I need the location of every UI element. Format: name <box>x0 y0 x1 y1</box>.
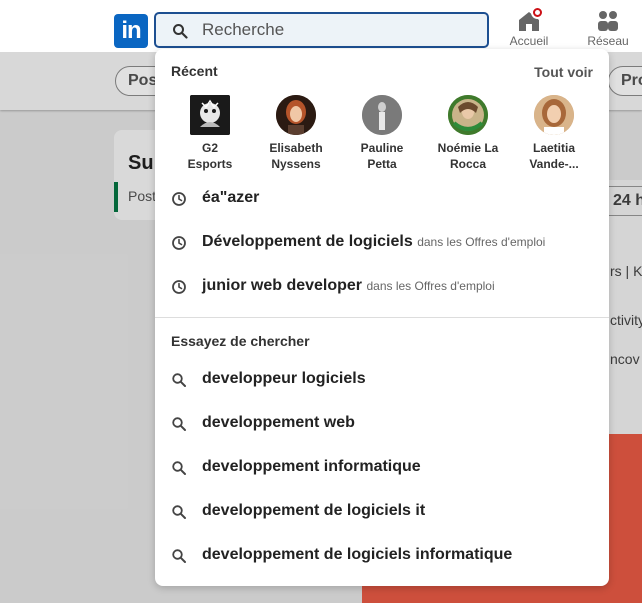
profile-name: Noémie La <box>437 141 499 155</box>
suggestion-text: developpement web <box>202 414 355 431</box>
suggestion-text: developpement de logiciels informatique <box>202 546 513 563</box>
search-icon <box>172 549 186 563</box>
recent-search-query: Développement de logiciels <box>202 233 413 250</box>
clock-icon <box>172 192 186 206</box>
profile-name-2: Esports <box>187 157 233 171</box>
search-icon <box>172 373 186 387</box>
suggestion-text: developpeur logiciels <box>202 370 366 387</box>
recent-search-item[interactable]: éa"azer <box>155 179 609 219</box>
profile-name-2: Rocca <box>449 157 487 171</box>
search-box[interactable] <box>154 12 489 48</box>
recent-search-item[interactable]: junior web developer dans les Offres d'e… <box>155 267 609 307</box>
linkedin-logo-icon[interactable]: in <box>114 14 148 48</box>
top-nav: in Accueil Réseau <box>0 0 642 52</box>
recent-search-context: dans les Offres d'emploi <box>417 235 546 249</box>
clock-icon <box>172 236 186 250</box>
recent-profile-pauline-petta[interactable]: Pauline Petta <box>339 95 425 172</box>
recent-search-item[interactable]: Développement de logiciels dans les Offr… <box>155 223 609 263</box>
profile-name-2: Nyssens <box>271 157 321 171</box>
recent-search-context: dans les Offres d'emploi <box>366 279 495 293</box>
search-icon <box>172 417 186 431</box>
nav-network-label: Réseau <box>587 34 629 48</box>
avatar <box>362 95 402 135</box>
avatar <box>448 95 488 135</box>
avatar <box>190 95 230 135</box>
recent-search-query: junior web developer <box>202 277 363 294</box>
suggestion-item[interactable]: developpeur logiciels <box>155 360 609 400</box>
nav-home[interactable]: Accueil <box>506 6 552 48</box>
home-icon <box>516 6 544 34</box>
recent-heading: Récent <box>171 63 218 79</box>
profile-name: Elisabeth <box>269 141 323 155</box>
suggestion-text: developpement informatique <box>202 458 421 475</box>
clock-icon <box>172 280 186 294</box>
recent-profile-noemie-la-rocca[interactable]: Noémie La Rocca <box>425 95 511 172</box>
suggestion-text: developpement de logiciels it <box>202 502 426 519</box>
divider <box>155 317 609 318</box>
nav-network[interactable]: Réseau <box>586 8 630 48</box>
search-icon <box>172 461 186 475</box>
avatar <box>276 95 316 135</box>
suggestion-item[interactable]: developpement de logiciels it <box>155 492 609 532</box>
recent-profile-g2-esports[interactable]: G2 Esports <box>167 95 253 172</box>
suggestion-item[interactable]: developpement web <box>155 404 609 444</box>
profile-name: Pauline <box>360 141 404 155</box>
try-searching-heading: Essayez de chercher <box>171 333 310 349</box>
profile-name-2: Petta <box>367 157 397 171</box>
search-input[interactable] <box>202 18 472 42</box>
profile-name: G2 <box>201 141 218 155</box>
nav-home-label: Accueil <box>509 34 549 48</box>
see-all-link[interactable]: Tout voir <box>534 64 593 80</box>
search-icon <box>172 505 186 519</box>
suggestion-item[interactable]: developpement informatique <box>155 448 609 488</box>
suggestion-item[interactable]: developpement de logiciels informatique <box>155 536 609 576</box>
recent-profile-laetitia[interactable]: Laetitia Vande-... <box>511 95 597 172</box>
recent-profile-elisabeth-nyssens[interactable]: Elisabeth Nyssens <box>253 95 339 172</box>
profile-name-2: Vande-... <box>529 157 579 171</box>
search-dropdown: Récent Tout voir G2 Esports Elisabeth Nys <box>155 49 609 586</box>
profile-name: Laetitia <box>532 141 575 155</box>
network-icon <box>595 8 621 34</box>
recent-search-query: éa"azer <box>202 189 260 206</box>
notification-badge <box>531 6 544 19</box>
search-icon <box>173 24 188 39</box>
avatar <box>534 95 574 135</box>
